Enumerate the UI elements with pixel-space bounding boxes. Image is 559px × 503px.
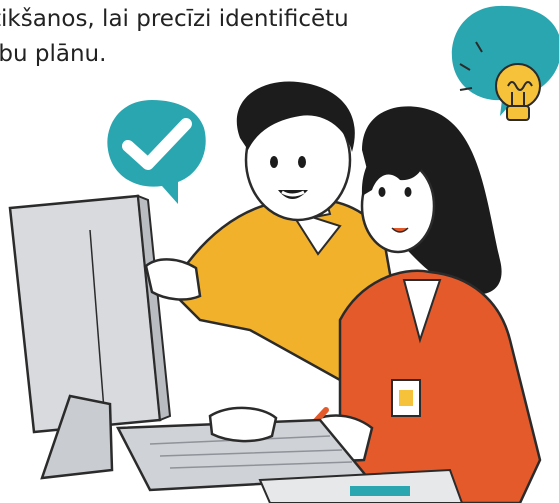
checkmark-bubble	[107, 100, 206, 204]
office-illustration	[8, 5, 559, 503]
lightbulb-bubble	[451, 5, 559, 121]
page: tikšanos, lai precīzi identificētu ību p…	[0, 0, 559, 503]
